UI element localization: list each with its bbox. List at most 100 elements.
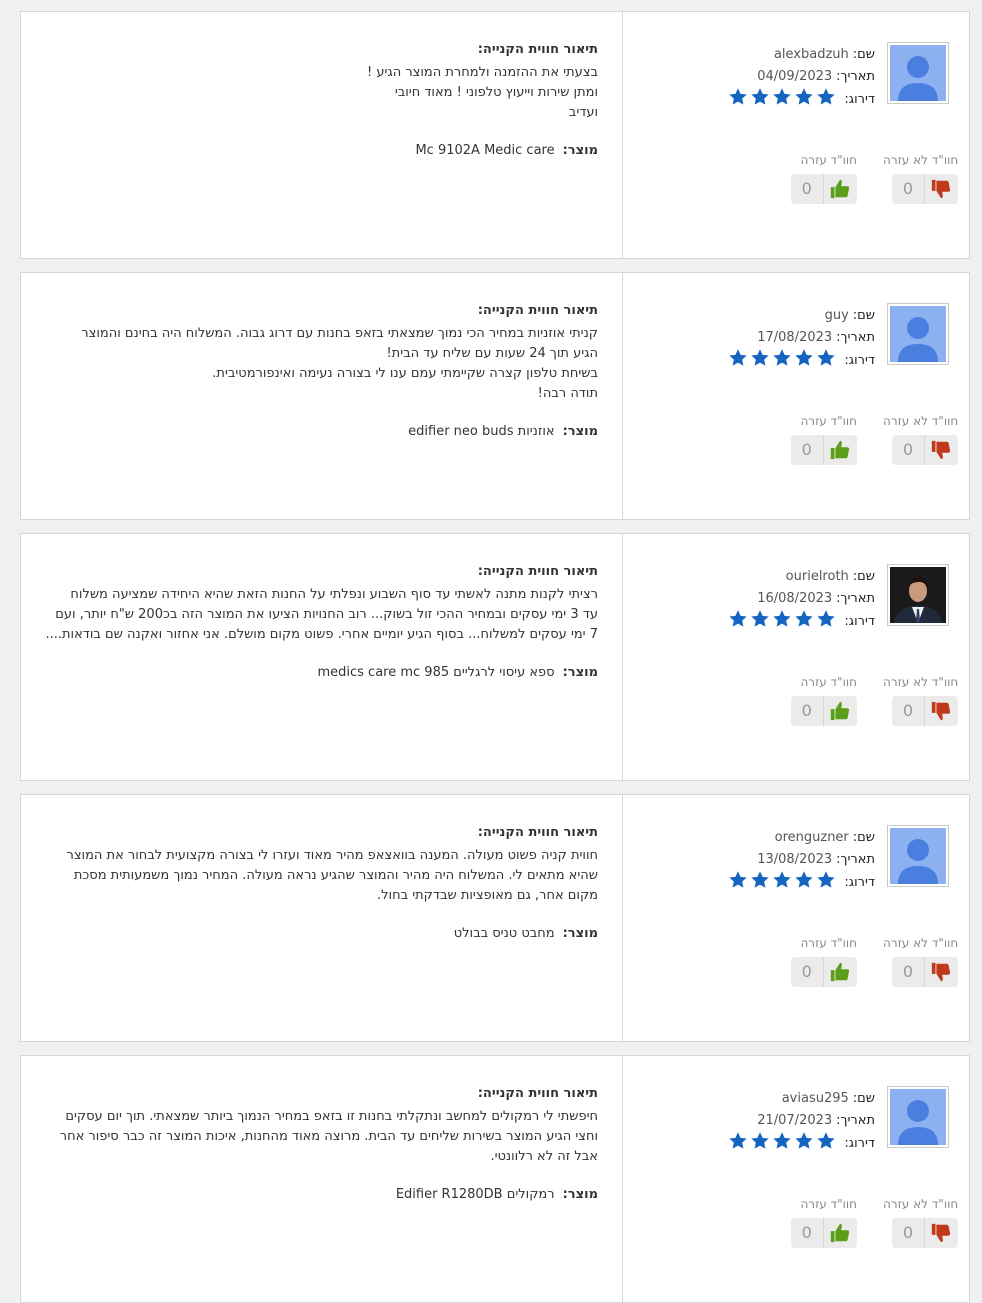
star-icon — [770, 1131, 792, 1149]
review-card: תיאור חווית הקנייה: רציתי לקנות מתנה לאש… — [20, 533, 970, 781]
helpful-vote: חוו"ד עזרה 0 — [791, 152, 857, 204]
not-helpful-vote: חוו"ד לא עזרה 0 — [883, 1196, 959, 1248]
helpful-button[interactable]: 0 — [791, 435, 857, 465]
review-card: תיאור חווית הקנייה: בצעתי את ההזמנה ולמח… — [20, 11, 970, 259]
thumbs-up-icon — [824, 957, 857, 987]
star-icon — [770, 348, 792, 366]
product-row: מוצר: Mc 9102A Medic care — [415, 143, 598, 158]
star-icon — [814, 1131, 836, 1149]
thumbs-up-icon — [824, 696, 857, 726]
review-text-line: ומתן שירות וייעוץ טלפוני ! מאוד חיובי — [394, 85, 598, 100]
helpful-vote: חוו"ד עזרה 0 — [791, 935, 857, 987]
not-helpful-count: 0 — [892, 1218, 925, 1248]
not-helpful-caption: חוו"ד לא עזרה — [883, 675, 959, 689]
star-icon — [726, 348, 748, 366]
review-text: בצעתי את ההזמנה ולמחרת המוצר הגיע ! ומתן … — [58, 63, 598, 123]
star-icon — [814, 348, 836, 366]
helpful-button[interactable]: 0 — [791, 1218, 857, 1248]
star-icon — [770, 609, 792, 627]
star-rating — [726, 608, 836, 630]
not-helpful-vote: חוו"ד לא עזרה 0 — [883, 674, 959, 726]
not-helpful-count: 0 — [892, 174, 925, 204]
name-label: שם: — [852, 308, 875, 323]
review-text-line: קניתי אוזניות במחיר הכי נמוך שמצאתי בזאפ… — [81, 326, 598, 341]
name-label: שם: — [852, 830, 875, 845]
product-label: מוצר: — [562, 143, 598, 158]
reviews-list: תיאור חווית הקנייה: בצעתי את ההזמנה ולמח… — [0, 0, 982, 1303]
reviewer-panel: שם:guy תאריך:17/08/2023 דירוג: חוו"ד לא … — [623, 273, 971, 519]
review-text-line: שהיא מתאים לי. המשלוח היה מהיר והמוצר שה… — [73, 868, 598, 883]
reviewer-panel: שם:ourielroth תאריך:16/08/2023 דירוג: חו… — [623, 534, 971, 780]
description-title: תיאור חווית הקנייה: — [477, 564, 598, 579]
star-icon — [726, 87, 748, 105]
avatar — [887, 825, 949, 887]
star-rating — [726, 869, 836, 891]
reviewer-name: orenguzner — [774, 830, 849, 845]
thumbs-up-icon — [824, 1218, 857, 1248]
product-label: מוצר: — [562, 665, 598, 680]
star-icon — [814, 87, 836, 105]
not-helpful-button[interactable]: 0 — [892, 1218, 959, 1248]
helpful-count: 0 — [791, 174, 824, 204]
user-photo-avatar — [890, 567, 946, 623]
helpful-button[interactable]: 0 — [791, 696, 857, 726]
reviewer-meta: שם:aviasu295 תאריך:21/07/2023 דירוג: — [726, 1088, 875, 1154]
helpful-button[interactable]: 0 — [791, 957, 857, 987]
star-icon — [748, 348, 770, 366]
review-text-line: הגיע תוך 24 שעות עם שליח עד הבית! — [386, 346, 598, 361]
star-icon — [792, 87, 814, 105]
star-icon — [726, 1131, 748, 1149]
review-body: תיאור חווית הקנייה: קניתי אוזניות במחיר … — [21, 273, 622, 519]
helpful-count: 0 — [791, 1218, 824, 1248]
not-helpful-button[interactable]: 0 — [892, 435, 959, 465]
review-date: 17/08/2023 — [757, 330, 833, 345]
helpful-count: 0 — [791, 435, 824, 465]
reviewer-panel: שם:alexbadzuh תאריך:04/09/2023 דירוג: חו… — [623, 12, 971, 258]
review-text: קניתי אוזניות במחיר הכי נמוך שמצאתי בזאפ… — [58, 324, 598, 404]
product-link[interactable]: ספא עיסוי לרגליים medics care mc 985 — [317, 665, 554, 680]
not-helpful-caption: חוו"ד לא עזרה — [883, 936, 959, 950]
review-text-line: רציתי לקנות מתנה לאשתי עד סוף השבוע ונפל… — [70, 587, 598, 602]
product-link[interactable]: אוזניות edifier neo buds — [408, 424, 554, 439]
not-helpful-button[interactable]: 0 — [892, 174, 959, 204]
default-user-avatar — [890, 45, 946, 101]
thumbs-down-icon — [925, 435, 958, 465]
name-label: שם: — [852, 1091, 875, 1106]
product-label: מוצר: — [562, 424, 598, 439]
helpful-vote: חוו"ד עזרה 0 — [791, 413, 857, 465]
review-card: תיאור חווית הקנייה: קניתי אוזניות במחיר … — [20, 272, 970, 520]
product-link[interactable]: מחבט טניס בבולט — [454, 926, 555, 941]
star-icon — [748, 1131, 770, 1149]
not-helpful-button[interactable]: 0 — [892, 957, 959, 987]
thumbs-down-icon — [925, 1218, 958, 1248]
product-link[interactable]: Mc 9102A Medic care — [415, 143, 554, 158]
product-row: מוצר: רמקולים Edifier R1280DB — [396, 1187, 598, 1202]
not-helpful-count: 0 — [892, 435, 925, 465]
helpful-button[interactable]: 0 — [791, 174, 857, 204]
rating-label: דירוג: — [844, 613, 875, 629]
thumbs-down-icon — [925, 174, 958, 204]
date-label: תאריך: — [836, 69, 875, 84]
review-body: תיאור חווית הקנייה: בצעתי את ההזמנה ולמח… — [21, 12, 622, 258]
review-date: 16/08/2023 — [757, 591, 833, 606]
helpful-caption: חוו"ד עזרה — [800, 675, 857, 689]
avatar — [887, 564, 949, 626]
reviewer-meta: שם:guy תאריך:17/08/2023 דירוג: — [726, 305, 875, 371]
not-helpful-button[interactable]: 0 — [892, 696, 959, 726]
review-text-line: אבל זה לא רלוונטי. — [490, 1149, 598, 1164]
review-card: תיאור חווית הקנייה: חיפשתי לי רמקולים למ… — [20, 1055, 970, 1303]
product-link[interactable]: רמקולים Edifier R1280DB — [396, 1187, 555, 1202]
description-title: תיאור חווית הקנייה: — [477, 42, 598, 57]
default-user-avatar — [890, 1089, 946, 1145]
default-user-avatar — [890, 828, 946, 884]
review-text-line: 7 ימי עסקים למשלוח... בסוף הגיע יומיים א… — [45, 627, 598, 642]
date-label: תאריך: — [836, 852, 875, 867]
helpful-count: 0 — [791, 696, 824, 726]
reviewer-meta: שם:alexbadzuh תאריך:04/09/2023 דירוג: — [726, 44, 875, 110]
reviewer-name: alexbadzuh — [773, 47, 849, 62]
star-icon — [814, 609, 836, 627]
star-icon — [726, 609, 748, 627]
review-date: 13/08/2023 — [757, 852, 833, 867]
not-helpful-vote: חוו"ד לא עזרה 0 — [883, 152, 959, 204]
review-text-line: חווית קניה פשוט מעולה. המענה בוואצאפ מהי… — [66, 848, 598, 863]
